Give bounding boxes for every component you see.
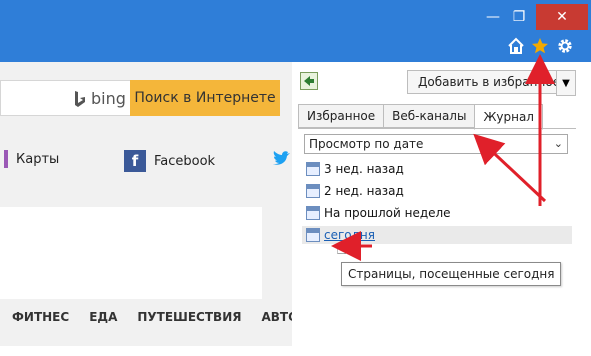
home-icon	[508, 37, 524, 54]
bing-label: bing	[91, 89, 126, 108]
history-item-label: 2 нед. назад	[324, 184, 404, 198]
facebook-icon: f	[124, 150, 146, 172]
maps-label: Карты	[16, 151, 60, 167]
close-button[interactable]: ✕	[536, 4, 588, 30]
tooltip: Страницы, посещенные сегодня	[341, 262, 562, 286]
content-card	[0, 207, 262, 299]
view-select-value: Просмотр по дате	[309, 137, 424, 151]
history-item-label: сегодня	[324, 228, 375, 242]
pin-panel-button[interactable]	[300, 72, 318, 90]
hand-cursor-icon: ☝	[336, 238, 347, 259]
gear-icon	[558, 39, 572, 53]
restore-button[interactable]: ❐	[506, 4, 532, 30]
nav-travel[interactable]: ПУТЕШЕСТВИЯ	[137, 310, 241, 324]
nav-fitness[interactable]: ФИТНЕС	[12, 310, 69, 324]
tab-feeds[interactable]: Веб-каналы	[383, 104, 476, 128]
title-bar: — ❐ ✕	[0, 0, 591, 62]
nav-food[interactable]: ЕДА	[89, 310, 117, 324]
history-item-3-weeks[interactable]: 3 нед. назад	[306, 160, 404, 178]
maps-icon	[4, 150, 8, 168]
close-icon: ✕	[556, 9, 568, 25]
calendar-icon	[306, 228, 320, 242]
maps-link[interactable]: Карты	[4, 150, 59, 168]
favorites-panel: Добавить в избранное ▼ Избранное Веб-кан…	[292, 62, 591, 346]
history-item-2-weeks[interactable]: 2 нед. назад	[306, 182, 404, 200]
history-item-last-week[interactable]: На прошлой неделе	[306, 204, 451, 222]
history-view-select[interactable]: Просмотр по дате ⌄	[304, 134, 568, 154]
calendar-icon	[306, 206, 320, 220]
settings-button[interactable]	[555, 36, 575, 56]
facebook-label: Facebook	[154, 153, 216, 169]
twitter-icon[interactable]	[272, 150, 292, 170]
chevron-down-icon: ⌄	[553, 137, 563, 150]
web-search-button[interactable]: Поиск в Интернете	[130, 80, 280, 116]
restore-icon: ❐	[512, 9, 526, 25]
calendar-icon	[306, 162, 320, 176]
bing-icon	[75, 90, 85, 107]
tab-divider	[298, 128, 576, 129]
add-to-favorites-button[interactable]: Добавить в избранное	[407, 70, 557, 94]
nav-auto[interactable]: АВТО	[261, 310, 292, 324]
home-button[interactable]	[506, 36, 526, 56]
minimize-icon: —	[486, 9, 500, 25]
history-item-label: На прошлой неделе	[324, 206, 451, 220]
arrow-left-icon	[304, 76, 314, 86]
add-favorites-dropdown-button[interactable]: ▼	[556, 70, 576, 96]
history-item-label: 3 нед. назад	[324, 162, 404, 176]
facebook-link[interactable]: f Facebook	[124, 150, 215, 172]
panel-tabs: Избранное Веб-каналы Журнал	[298, 104, 543, 130]
category-nav: ФИТНЕС ЕДА ПУТЕШЕСТВИЯ АВТО	[0, 310, 292, 324]
minimize-button[interactable]: —	[480, 4, 506, 30]
tab-favorites[interactable]: Избранное	[298, 104, 385, 128]
calendar-icon	[306, 184, 320, 198]
star-icon	[532, 38, 548, 54]
chevron-down-icon: ▼	[562, 77, 570, 89]
bing-logo: bing	[73, 89, 126, 108]
web-page: bing Поиск в Интернете Карты f Facebook …	[0, 62, 293, 346]
tab-history[interactable]: Журнал	[474, 104, 543, 130]
favorites-button[interactable]	[530, 36, 550, 56]
